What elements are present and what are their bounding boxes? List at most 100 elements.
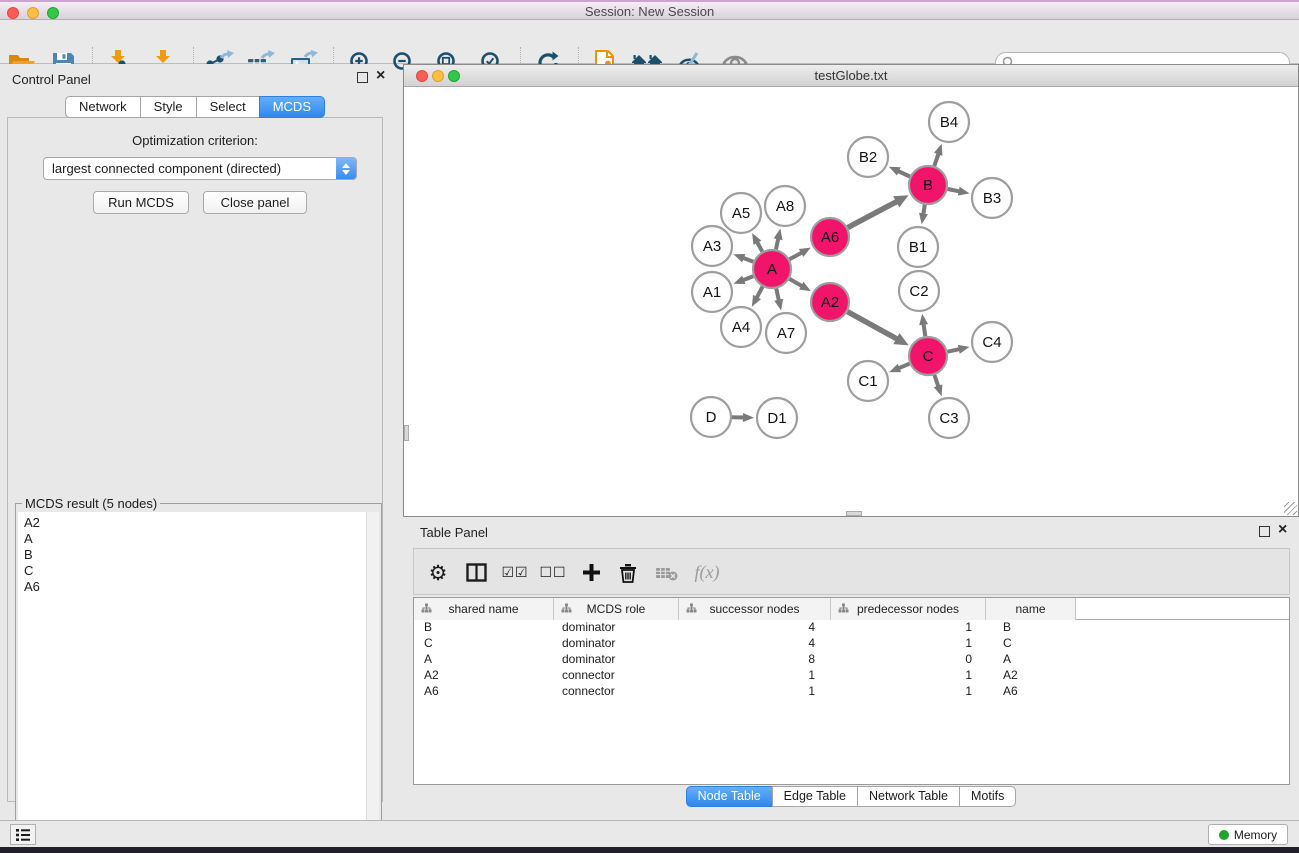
cell-mcds-role[interactable]: dominator [554, 652, 679, 668]
splitter-handle-bottom[interactable] [846, 511, 862, 516]
edge-B-B3[interactable] [948, 189, 960, 191]
destroy-table-icon[interactable] [649, 549, 683, 596]
table-row[interactable]: A6connector11A6 [414, 684, 1289, 700]
network-window-titlebar[interactable]: testGlobe.txt [404, 65, 1298, 87]
criterion-select[interactable]: largest connected component (directed) [43, 157, 357, 180]
result-item[interactable]: C [24, 563, 366, 579]
cell-shared-name[interactable]: A6 [414, 684, 554, 700]
select-stepper-icon [336, 158, 356, 179]
list-icon [15, 828, 31, 842]
table-row[interactable]: Bdominator41B [414, 620, 1289, 636]
tab-network[interactable]: Network [65, 96, 141, 118]
cell-shared-name[interactable]: A2 [414, 668, 554, 684]
edge-B-B4[interactable] [934, 153, 938, 166]
table-options-icon[interactable]: ⚙ [421, 549, 455, 596]
table-row[interactable]: Cdominator41C [414, 636, 1289, 652]
column-header-shared-name[interactable]: shared name [414, 598, 554, 620]
result-item[interactable]: A2 [24, 515, 366, 531]
tab-motifs[interactable]: Motifs [959, 786, 1016, 807]
cell-mcds-role[interactable]: dominator [554, 620, 679, 636]
edge-arrow-icon [889, 167, 901, 176]
tab-select[interactable]: Select [196, 96, 260, 118]
create-column-icon[interactable] [574, 549, 608, 596]
network-canvas[interactable]: B4B2BB3A5A8A6A3B1AA1C2A2A4A7C4CC1C3DD1 [404, 87, 1298, 516]
cell-successor-nodes[interactable]: 4 [679, 636, 831, 652]
task-history-button[interactable] [10, 824, 36, 845]
result-item[interactable]: A [24, 531, 366, 547]
cell-name[interactable]: A2 [986, 668, 1076, 684]
cell-predecessor-nodes[interactable]: 0 [831, 652, 986, 668]
cell-predecessor-nodes[interactable]: 1 [831, 668, 986, 684]
cell-predecessor-nodes[interactable]: 1 [831, 620, 986, 636]
edge-C-C4[interactable] [948, 349, 960, 352]
result-item[interactable]: A6 [24, 579, 366, 595]
column-header-name[interactable]: name [986, 598, 1076, 620]
unselect-all-columns-icon[interactable]: ☐☐ [536, 549, 570, 596]
splitter-handle-left[interactable] [404, 425, 409, 441]
edge-B-B2[interactable] [898, 171, 910, 177]
select-all-columns-icon[interactable]: ☑☑ [498, 549, 532, 596]
edge-A-A7[interactable] [776, 289, 779, 301]
float-table-panel-icon[interactable] [1259, 526, 1270, 537]
cell-mcds-role[interactable]: connector [554, 684, 679, 700]
cell-mcds-role[interactable]: dominator [554, 636, 679, 652]
memory-button[interactable]: Memory [1208, 824, 1288, 845]
table-tabs: Node TableEdge TableNetwork TableMotifs [403, 786, 1299, 807]
cell-predecessor-nodes[interactable]: 1 [831, 684, 986, 700]
edge-A6-B[interactable] [848, 201, 897, 227]
tab-style[interactable]: Style [140, 96, 197, 118]
column-header-predecessor-nodes[interactable]: predecessor nodes [831, 598, 986, 620]
edge-A-A5[interactable] [757, 242, 762, 252]
run-mcds-button[interactable]: Run MCDS [93, 191, 189, 214]
edge-A-A6[interactable] [790, 253, 803, 260]
cell-name[interactable]: A6 [986, 684, 1076, 700]
edge-C-C1[interactable] [899, 364, 910, 369]
edge-C-C3[interactable] [934, 375, 938, 387]
delete-columns-icon[interactable] [611, 549, 645, 596]
edge-A-A2[interactable] [789, 279, 802, 286]
tab-mcds[interactable]: MCDS [259, 96, 325, 118]
cell-successor-nodes[interactable]: 1 [679, 684, 831, 700]
cell-mcds-role[interactable]: connector [554, 668, 679, 684]
resize-grip-icon[interactable] [1284, 502, 1297, 515]
application-window: Session: New Session [0, 0, 1299, 853]
result-item[interactable]: B [24, 547, 366, 563]
edge-A-A4[interactable] [757, 287, 763, 298]
cell-successor-nodes[interactable]: 8 [679, 652, 831, 668]
table-row[interactable]: A2connector11A2 [414, 668, 1289, 684]
cell-name[interactable]: A [986, 652, 1076, 668]
cell-name[interactable]: C [986, 636, 1076, 652]
function-builder-icon[interactable]: f(x) [690, 549, 724, 596]
edge-A2-C[interactable] [848, 312, 898, 339]
cell-shared-name[interactable]: B [414, 620, 554, 636]
column-header-mcds-role[interactable]: MCDS role [554, 598, 679, 620]
tab-network-table[interactable]: Network Table [857, 786, 960, 807]
edge-B-B1[interactable] [923, 205, 925, 215]
cell-predecessor-nodes[interactable]: 1 [831, 636, 986, 652]
node-table: shared nameMCDS rolesuccessor nodesprede… [413, 597, 1290, 785]
node-label-A4: A4 [732, 319, 750, 336]
show-columns-icon[interactable] [459, 549, 493, 596]
column-header-label: successor nodes [679, 602, 830, 616]
cell-shared-name[interactable]: A [414, 652, 554, 668]
float-panel-icon[interactable] [357, 72, 368, 83]
column-header-successor-nodes[interactable]: successor nodes [679, 598, 831, 620]
cell-successor-nodes[interactable]: 1 [679, 668, 831, 684]
cell-name[interactable]: B [986, 620, 1076, 636]
result-scrollbar[interactable] [366, 512, 379, 844]
table-row[interactable]: Adominator80A [414, 652, 1289, 668]
edge-A-A8[interactable] [776, 238, 778, 249]
edge-A-A3[interactable] [743, 258, 754, 262]
cell-successor-nodes[interactable]: 4 [679, 620, 831, 636]
tab-edge-table[interactable]: Edge Table [772, 786, 858, 807]
cell-shared-name[interactable]: C [414, 636, 554, 652]
edge-arrow-icon [743, 413, 754, 422]
close-panel-button[interactable]: Close panel [203, 191, 307, 214]
tab-node-table[interactable]: Node Table [686, 786, 773, 807]
control-panel-header: Control Panel × [0, 64, 390, 92]
edge-A-A1[interactable] [743, 276, 754, 280]
close-panel-icon[interactable]: × [376, 68, 385, 84]
edge-arrow-icon [889, 364, 901, 372]
edge-C-C2[interactable] [924, 324, 926, 337]
close-table-panel-icon[interactable]: × [1278, 522, 1287, 538]
